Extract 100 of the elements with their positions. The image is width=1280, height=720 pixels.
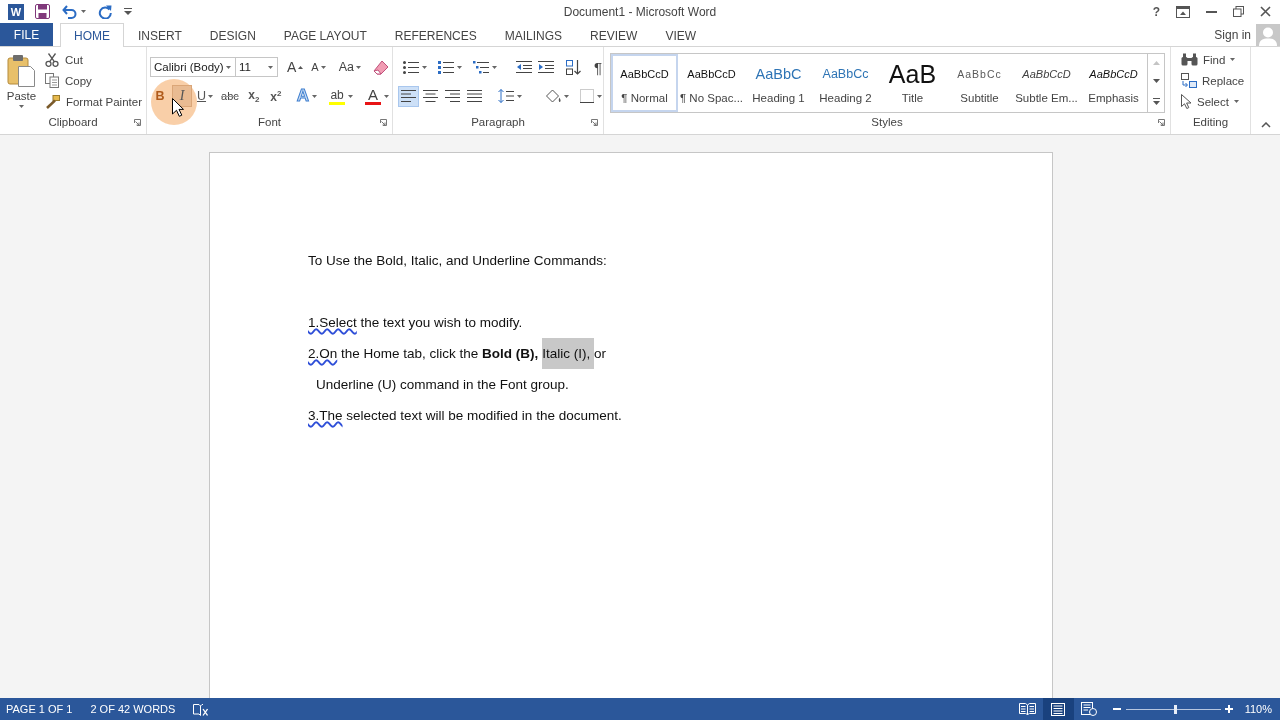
font-name-combo[interactable]: Calibri (Body) [150, 57, 236, 77]
borders-icon [580, 89, 594, 103]
style-gallery-item[interactable]: AaBbCcD Emphasis [1080, 54, 1147, 112]
decrease-indent-icon[interactable] [516, 61, 532, 73]
style-gallery-item[interactable]: AaBbCcD ¶ Normal [611, 54, 678, 112]
open-book-icon [1018, 703, 1036, 715]
close-icon[interactable] [1260, 6, 1271, 17]
style-gallery-item[interactable]: AaBbCcD Subtle Em... [1013, 54, 1080, 112]
align-center-icon [423, 90, 438, 102]
scissors-icon [44, 52, 59, 67]
dialog-launcher-icon[interactable] [134, 118, 141, 126]
zoom-slider-thumb[interactable] [1173, 704, 1177, 714]
dialog-launcher-icon[interactable] [380, 118, 387, 126]
caret-icon [1233, 100, 1239, 103]
style-gallery-item[interactable]: AaBbCcD ¶ No Spac... [678, 54, 745, 112]
style-gallery-item[interactable]: AaBbCc Heading 2 [812, 54, 879, 112]
caret-icon [597, 94, 602, 98]
group-label: Font [258, 116, 281, 128]
undo-button[interactable] [62, 4, 86, 19]
ribbon-tab[interactable]: MAILINGS [490, 23, 577, 47]
ribbon-tab[interactable]: VIEW [651, 23, 711, 47]
align-left-button[interactable] [398, 85, 419, 107]
page-icon [1051, 702, 1066, 716]
paste-button[interactable]: Paste [5, 47, 38, 109]
style-gallery-item[interactable]: AaBbCc Subtitle [946, 54, 1013, 112]
style-gallery-item[interactable]: AaBbC Heading 1 [745, 54, 812, 112]
font-size-combo[interactable]: 11 [236, 57, 278, 77]
collapse-ribbon-icon[interactable] [1261, 122, 1271, 128]
dialog-launcher-icon[interactable] [1158, 118, 1165, 126]
ribbon-tab[interactable]: REFERENCES [380, 23, 491, 47]
dialog-launcher-icon[interactable] [591, 118, 598, 126]
ribbon-tab[interactable]: PAGE LAYOUT [269, 23, 381, 47]
ribbon-tab[interactable]: DESIGN [195, 23, 270, 47]
window-title: Document1 - Microsoft Word [563, 4, 717, 19]
ribbon-display-icon[interactable] [1176, 5, 1190, 18]
ribbon-tab[interactable]: HOME [60, 23, 124, 47]
shrink-font-button[interactable]: A [307, 56, 330, 78]
help-button[interactable]: ? [1152, 4, 1160, 19]
subscript-button[interactable]: x$_{2}$ [243, 85, 264, 107]
caret-icon [564, 94, 569, 98]
cut-button[interactable]: Cut [40, 49, 146, 70]
paragraph: 2.On the Home tab, click the Bold (B), Italic (I), or [308, 338, 1052, 369]
show-marks-button[interactable]: ¶ [590, 57, 607, 77]
pointer-icon [1181, 94, 1192, 109]
highlight-button[interactable]: ab [326, 85, 357, 107]
multilevel-list-icon [473, 60, 489, 74]
caret-icon [492, 65, 497, 69]
style-preview: AaB [888, 62, 937, 86]
bullet-list-icon [403, 60, 419, 74]
caret-icon [457, 65, 462, 69]
style-preview: AaBbC [755, 65, 802, 84]
paint-bucket-icon [545, 89, 561, 103]
ribbon-tab[interactable]: REVIEW [576, 23, 652, 47]
grow-font-button[interactable]: A [283, 56, 308, 78]
customize-icon[interactable] [124, 8, 132, 15]
zoom-in-icon[interactable] [1224, 705, 1233, 713]
proofing-icon[interactable] [193, 702, 209, 716]
sort-icon[interactable] [566, 59, 581, 75]
redo-icon[interactable] [98, 4, 112, 19]
scroll-down-icon[interactable] [1152, 79, 1160, 84]
more-styles-icon[interactable] [1152, 97, 1160, 105]
italic-button[interactable]: I [172, 85, 192, 107]
underline-button[interactable]: U [194, 85, 217, 107]
select-button[interactable]: Select [1177, 91, 1249, 112]
copy-button[interactable]: Copy [40, 70, 146, 91]
undo-icon [62, 4, 77, 19]
group-label: Styles [871, 116, 903, 128]
find-button[interactable]: Find [1177, 49, 1249, 70]
print-layout-button[interactable] [1042, 698, 1074, 720]
save-icon[interactable] [35, 4, 50, 19]
format-painter-button[interactable]: Format Painter [40, 91, 146, 112]
caret-icon [348, 94, 354, 98]
copy-icon [44, 73, 59, 88]
file-tab[interactable]: FILE [0, 23, 53, 46]
group-label: Paragraph [471, 116, 525, 128]
group-label: Clipboard [48, 116, 98, 128]
replace-icon [1181, 73, 1197, 88]
paragraph: Underline (U) command in the Font group. [315, 376, 570, 394]
style-gallery-item[interactable]: AaB Title [879, 54, 946, 112]
style-preview: AaBbCcD [1089, 67, 1138, 82]
superscript-button[interactable]: x$^{2}$ [265, 85, 286, 107]
numbered-list-icon [438, 60, 454, 74]
sign-in-link[interactable]: Sign in [1214, 27, 1251, 42]
align-left-icon [401, 90, 416, 102]
eraser-icon[interactable] [373, 59, 389, 75]
style-preview: AaBbCc [957, 67, 1002, 82]
restore-icon[interactable] [1233, 6, 1244, 17]
group-label: Editing [1192, 116, 1229, 128]
increase-indent-icon[interactable] [538, 61, 554, 73]
word-count[interactable]: 2 OF 42 WORDS [90, 703, 176, 715]
page-count[interactable]: PAGE 1 OF 1 [6, 703, 73, 715]
caret-icon [18, 105, 24, 108]
paragraph: To Use the Bold, Italic, and Underline Commands: [308, 252, 608, 270]
minimize-icon[interactable] [1206, 10, 1217, 13]
zoom-level[interactable]: 110% [1244, 703, 1272, 715]
change-case-button[interactable]: Aa [334, 56, 365, 78]
replace-button[interactable]: Replace [1177, 70, 1249, 91]
ribbon-tab[interactable]: INSERT [124, 23, 196, 47]
font-color-button[interactable]: A [362, 85, 393, 107]
binoculars-icon [1181, 53, 1198, 66]
